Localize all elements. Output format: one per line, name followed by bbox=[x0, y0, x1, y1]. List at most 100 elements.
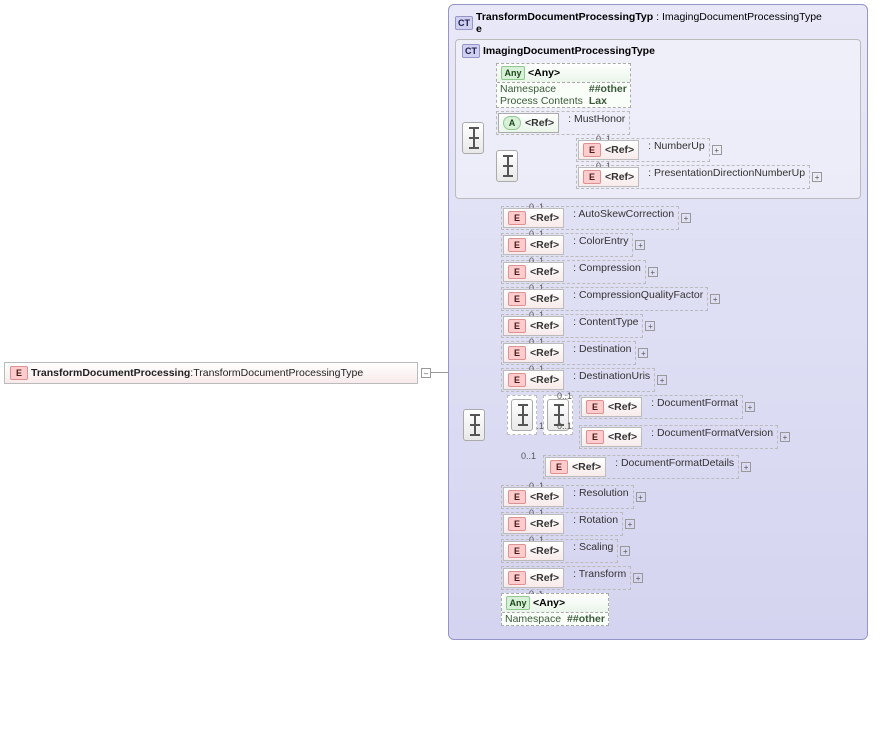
collapse-toggle-icon[interactable]: – bbox=[421, 368, 431, 378]
ct-name: TransformDocumentProcessingTyp bbox=[476, 11, 653, 23]
root-element-type: TransformDocumentProcessingType bbox=[193, 367, 363, 379]
ct-base-type: ImagingDocumentProcessingType bbox=[662, 11, 822, 23]
root-element[interactable]: E TransformDocumentProcessing : Transfor… bbox=[4, 362, 418, 384]
element-badge-icon: E bbox=[508, 544, 526, 558]
element-badge-icon: E bbox=[508, 265, 526, 279]
element-name: : DocumentFormatDetails bbox=[612, 457, 737, 477]
any-element[interactable]: Any <Any> Namespace##other Process Conte… bbox=[496, 63, 631, 108]
ref-label: <Ref> bbox=[530, 518, 559, 530]
expand-toggle-icon[interactable]: + bbox=[638, 348, 648, 358]
expand-toggle-icon[interactable]: + bbox=[620, 546, 630, 556]
any-badge-icon: Any bbox=[506, 596, 530, 610]
ref-label: <Ref> bbox=[530, 491, 559, 503]
ref-label: <Ref> bbox=[605, 144, 634, 156]
element-content-type[interactable]: E<Ref> : ContentType bbox=[501, 314, 643, 338]
ref-label: <Ref> bbox=[605, 171, 634, 183]
expand-toggle-icon[interactable]: + bbox=[812, 172, 822, 182]
element-resolution[interactable]: E <Ref> : Resolution bbox=[501, 485, 634, 509]
expand-toggle-icon[interactable]: + bbox=[657, 375, 667, 385]
element-compression[interactable]: E<Ref> : Compression bbox=[501, 260, 646, 284]
ref-label: <Ref> bbox=[530, 374, 559, 386]
expand-toggle-icon[interactable]: + bbox=[648, 267, 658, 277]
element-name: : Scaling bbox=[570, 541, 616, 561]
ref-label: <Ref> bbox=[530, 572, 559, 584]
element-scaling[interactable]: E <Ref> : Scaling bbox=[501, 539, 618, 563]
ref-label: <Ref> bbox=[530, 545, 559, 557]
element-badge-icon: E bbox=[508, 373, 526, 387]
element-document-format-version[interactable]: E <Ref> : DocumentFormatVersion bbox=[579, 425, 778, 449]
expand-toggle-icon[interactable]: + bbox=[710, 294, 720, 304]
element-color-entry[interactable]: E<Ref> : ColorEntry bbox=[501, 233, 633, 257]
expand-toggle-icon[interactable]: + bbox=[745, 402, 755, 412]
element-badge-icon: E bbox=[508, 517, 526, 531]
base-type-panel: CT ImagingDocumentProcessingType Any <An… bbox=[455, 39, 861, 199]
element-name: : DestinationUris bbox=[570, 370, 653, 390]
element-destination[interactable]: E<Ref> : Destination bbox=[501, 341, 636, 365]
element-badge-icon: E bbox=[508, 571, 526, 585]
expand-toggle-icon[interactable]: + bbox=[625, 519, 635, 529]
element-name: : DocumentFormatVersion bbox=[648, 427, 776, 447]
expand-toggle-icon[interactable]: + bbox=[633, 573, 643, 583]
ref-label: <Ref> bbox=[525, 117, 554, 129]
any-badge-icon: Any bbox=[501, 66, 525, 80]
element-name: : NumberUp bbox=[645, 140, 707, 160]
any-properties: Namespace##other Process ContentsLax bbox=[497, 83, 630, 107]
element-name: : ContentType bbox=[570, 316, 641, 336]
element-badge-icon: E bbox=[586, 430, 604, 444]
ref-label: <Ref> bbox=[530, 266, 559, 278]
complex-type-badge-icon: CT bbox=[462, 44, 480, 58]
base-type-name: ImagingDocumentProcessingType bbox=[483, 45, 655, 57]
extension-content: 0..1 E<Ref> : AutoSkewCorrection + 0..1 … bbox=[455, 199, 861, 633]
element-rotation[interactable]: E<Ref> : Rotation bbox=[501, 512, 623, 536]
element-document-format-details[interactable]: E<Ref> : DocumentFormatDetails bbox=[543, 455, 739, 479]
any-properties: Namespace##other bbox=[502, 613, 608, 625]
expand-toggle-icon[interactable]: + bbox=[636, 492, 646, 502]
expand-toggle-icon[interactable]: + bbox=[681, 213, 691, 223]
cardinality: 0..1 bbox=[557, 391, 572, 401]
element-destination-uris[interactable]: E <Ref> : DestinationUris bbox=[501, 368, 655, 392]
element-badge-icon: E bbox=[508, 319, 526, 333]
complex-type-panel: CT TransformDocumentProcessingTyp : Imag… bbox=[448, 4, 868, 640]
element-badge-icon: E bbox=[508, 292, 526, 306]
ref-label: <Ref> bbox=[530, 347, 559, 359]
expand-toggle-icon[interactable]: + bbox=[635, 240, 645, 250]
expand-toggle-icon[interactable]: + bbox=[712, 145, 722, 155]
element-number-up[interactable]: E <Ref> : NumberUp bbox=[576, 138, 710, 162]
sequence-compositor-icon[interactable] bbox=[511, 399, 533, 431]
sequence-compositor-icon[interactable] bbox=[463, 409, 485, 441]
element-name: : Transform bbox=[570, 568, 629, 588]
element-badge-icon: E bbox=[583, 170, 601, 184]
expand-toggle-icon[interactable]: + bbox=[741, 462, 751, 472]
any-label: <Any> bbox=[528, 67, 560, 79]
ref-label: <Ref> bbox=[530, 239, 559, 251]
ref-label: <Ref> bbox=[608, 431, 637, 443]
sequence-compositor-icon[interactable] bbox=[496, 150, 518, 182]
element-document-format[interactable]: E<Ref> : DocumentFormat bbox=[579, 395, 743, 419]
attribute-badge-icon: A bbox=[503, 116, 521, 130]
element-compression-quality-factor[interactable]: E<Ref> : CompressionQualityFactor bbox=[501, 287, 708, 311]
attribute-must-honor[interactable]: A <Ref> : MustHonor bbox=[496, 111, 630, 135]
element-badge-icon: E bbox=[10, 366, 28, 380]
element-name: : CompressionQualityFactor bbox=[570, 289, 706, 309]
element-badge-icon: E bbox=[586, 400, 604, 414]
element-badge-icon: E bbox=[550, 460, 568, 474]
element-auto-skew-correction[interactable]: E <Ref> : AutoSkewCorrection bbox=[501, 206, 679, 230]
expand-toggle-icon[interactable]: + bbox=[645, 321, 655, 331]
element-presentation-direction-number-up[interactable]: E <Ref> : PresentationDirectionNumberUp bbox=[576, 165, 810, 189]
ref-label: <Ref> bbox=[530, 212, 559, 224]
element-name: : Destination bbox=[570, 343, 634, 363]
element-name: : AutoSkewCorrection bbox=[570, 208, 677, 228]
ct-name-cont: e bbox=[476, 23, 482, 35]
expand-toggle-icon[interactable]: + bbox=[780, 432, 790, 442]
any-element-ext[interactable]: Any <Any> Namespace##other bbox=[501, 593, 609, 626]
element-name: : PresentationDirectionNumberUp bbox=[645, 167, 808, 187]
element-badge-icon: E bbox=[583, 143, 601, 157]
sequence-compositor-icon[interactable] bbox=[462, 122, 484, 154]
element-transform[interactable]: E <Ref> : Transform bbox=[501, 566, 631, 590]
element-badge-icon: E bbox=[508, 211, 526, 225]
element-name: : Resolution bbox=[570, 487, 631, 507]
cardinality: 0..1 bbox=[521, 451, 536, 461]
element-name: : ColorEntry bbox=[570, 235, 631, 255]
element-badge-icon: E bbox=[508, 490, 526, 504]
complex-type-badge-icon: CT bbox=[455, 16, 473, 30]
